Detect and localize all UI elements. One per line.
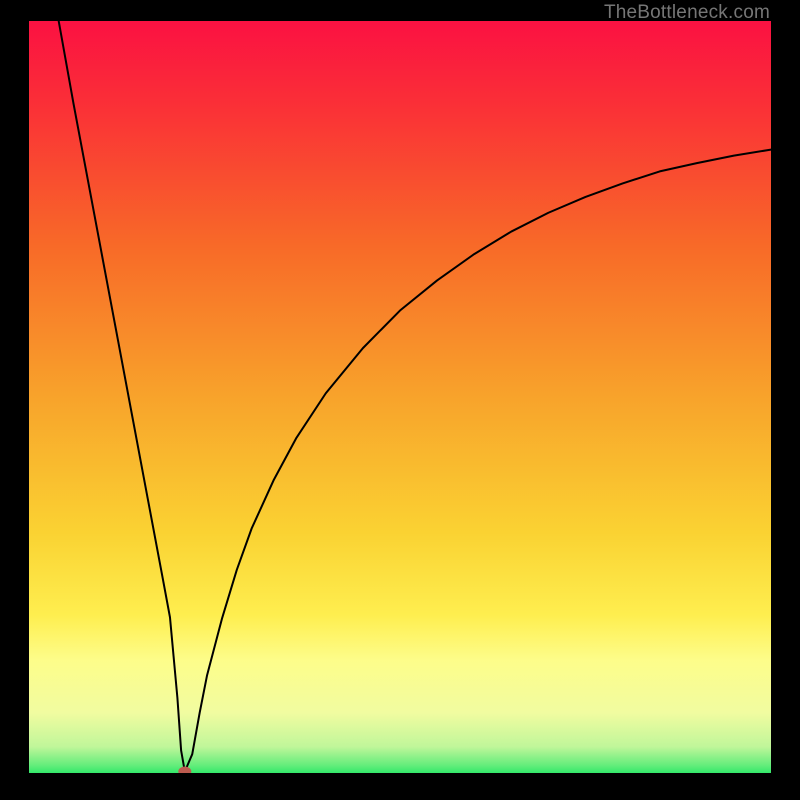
chart-svg	[29, 21, 771, 773]
attribution-text: TheBottleneck.com	[604, 2, 770, 24]
chart-frame: TheBottleneck.com	[0, 0, 800, 800]
plot-area	[29, 21, 771, 773]
gradient-background	[29, 21, 771, 773]
